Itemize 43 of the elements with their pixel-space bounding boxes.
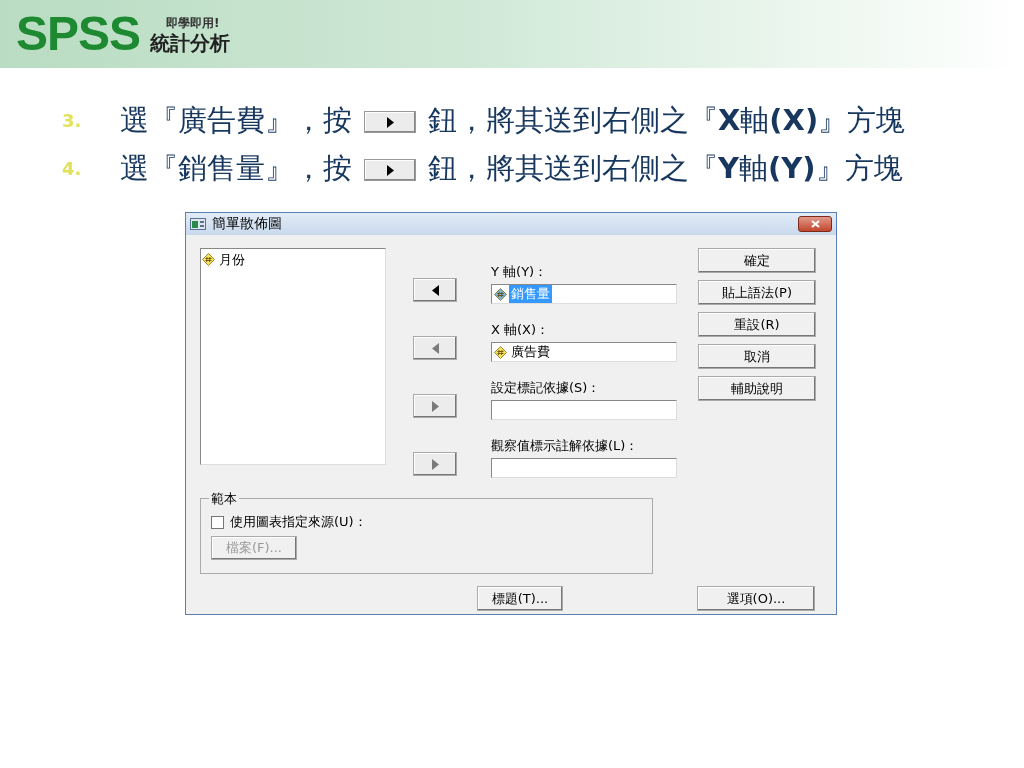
left-triangle-icon: [431, 342, 439, 354]
close-button[interactable]: [798, 216, 832, 232]
field-label: Y 軸(Y)：: [491, 263, 549, 281]
subtitle: 統計分析: [150, 31, 231, 54]
chart-icon: [190, 218, 206, 230]
field-label: 觀察值標示註解依據(L)：: [491, 437, 640, 455]
tagline: 即學即用!: [166, 14, 221, 32]
triangle-icon: [386, 116, 394, 128]
triangle-icon: [386, 164, 394, 176]
dialog-button[interactable]: 確定: [698, 248, 816, 273]
variable-item[interactable]: 廣告費: [509, 343, 552, 361]
variable-list[interactable]: 月份: [200, 248, 386, 465]
variable-field[interactable]: [491, 458, 677, 478]
close-icon: [810, 220, 820, 228]
logo-text: SPSS: [16, 10, 141, 58]
step-number: 3.: [62, 109, 83, 131]
variable-item[interactable]: 月份: [217, 250, 247, 269]
group-title: 範本: [209, 490, 239, 508]
right-triangle-icon: [431, 400, 439, 412]
step-number: 4.: [62, 157, 83, 179]
options-button[interactable]: 選項(O)...: [697, 586, 815, 611]
variable-field[interactable]: 廣告費: [491, 342, 677, 362]
right-triangle-icon: [431, 458, 439, 470]
dialog-button[interactable]: 輔助說明: [698, 376, 816, 401]
field-label: X 軸(X)：: [491, 321, 551, 339]
window-title: 簡單散佈圖: [212, 215, 282, 233]
left-triangle-icon: [431, 284, 439, 296]
dialog-button[interactable]: 重設(R): [698, 312, 816, 337]
variable-icon: [202, 253, 215, 266]
variable-icon: [494, 287, 507, 301]
step-text: 鈕，將其送到右側之『Y軸(Y)』方塊: [428, 151, 903, 185]
step-text: 選『銷售量』，按: [120, 151, 352, 185]
variable-icon: [494, 345, 507, 359]
step-text: 選『廣告費』，按: [120, 103, 352, 137]
move-button[interactable]: [413, 278, 457, 302]
variable-field[interactable]: [491, 400, 677, 420]
titles-button[interactable]: 標題(T)...: [477, 586, 563, 611]
checkbox-label: 使用圖表指定來源(U)：: [230, 513, 367, 531]
dialog-button[interactable]: 取消: [698, 344, 816, 369]
field-label: 設定標記依據(S)：: [491, 379, 602, 397]
step-text: 鈕，將其送到右側之『X軸(X)』方塊: [428, 103, 906, 137]
checkbox[interactable]: [211, 515, 224, 529]
dialog-button[interactable]: 貼上語法(P): [698, 280, 816, 305]
